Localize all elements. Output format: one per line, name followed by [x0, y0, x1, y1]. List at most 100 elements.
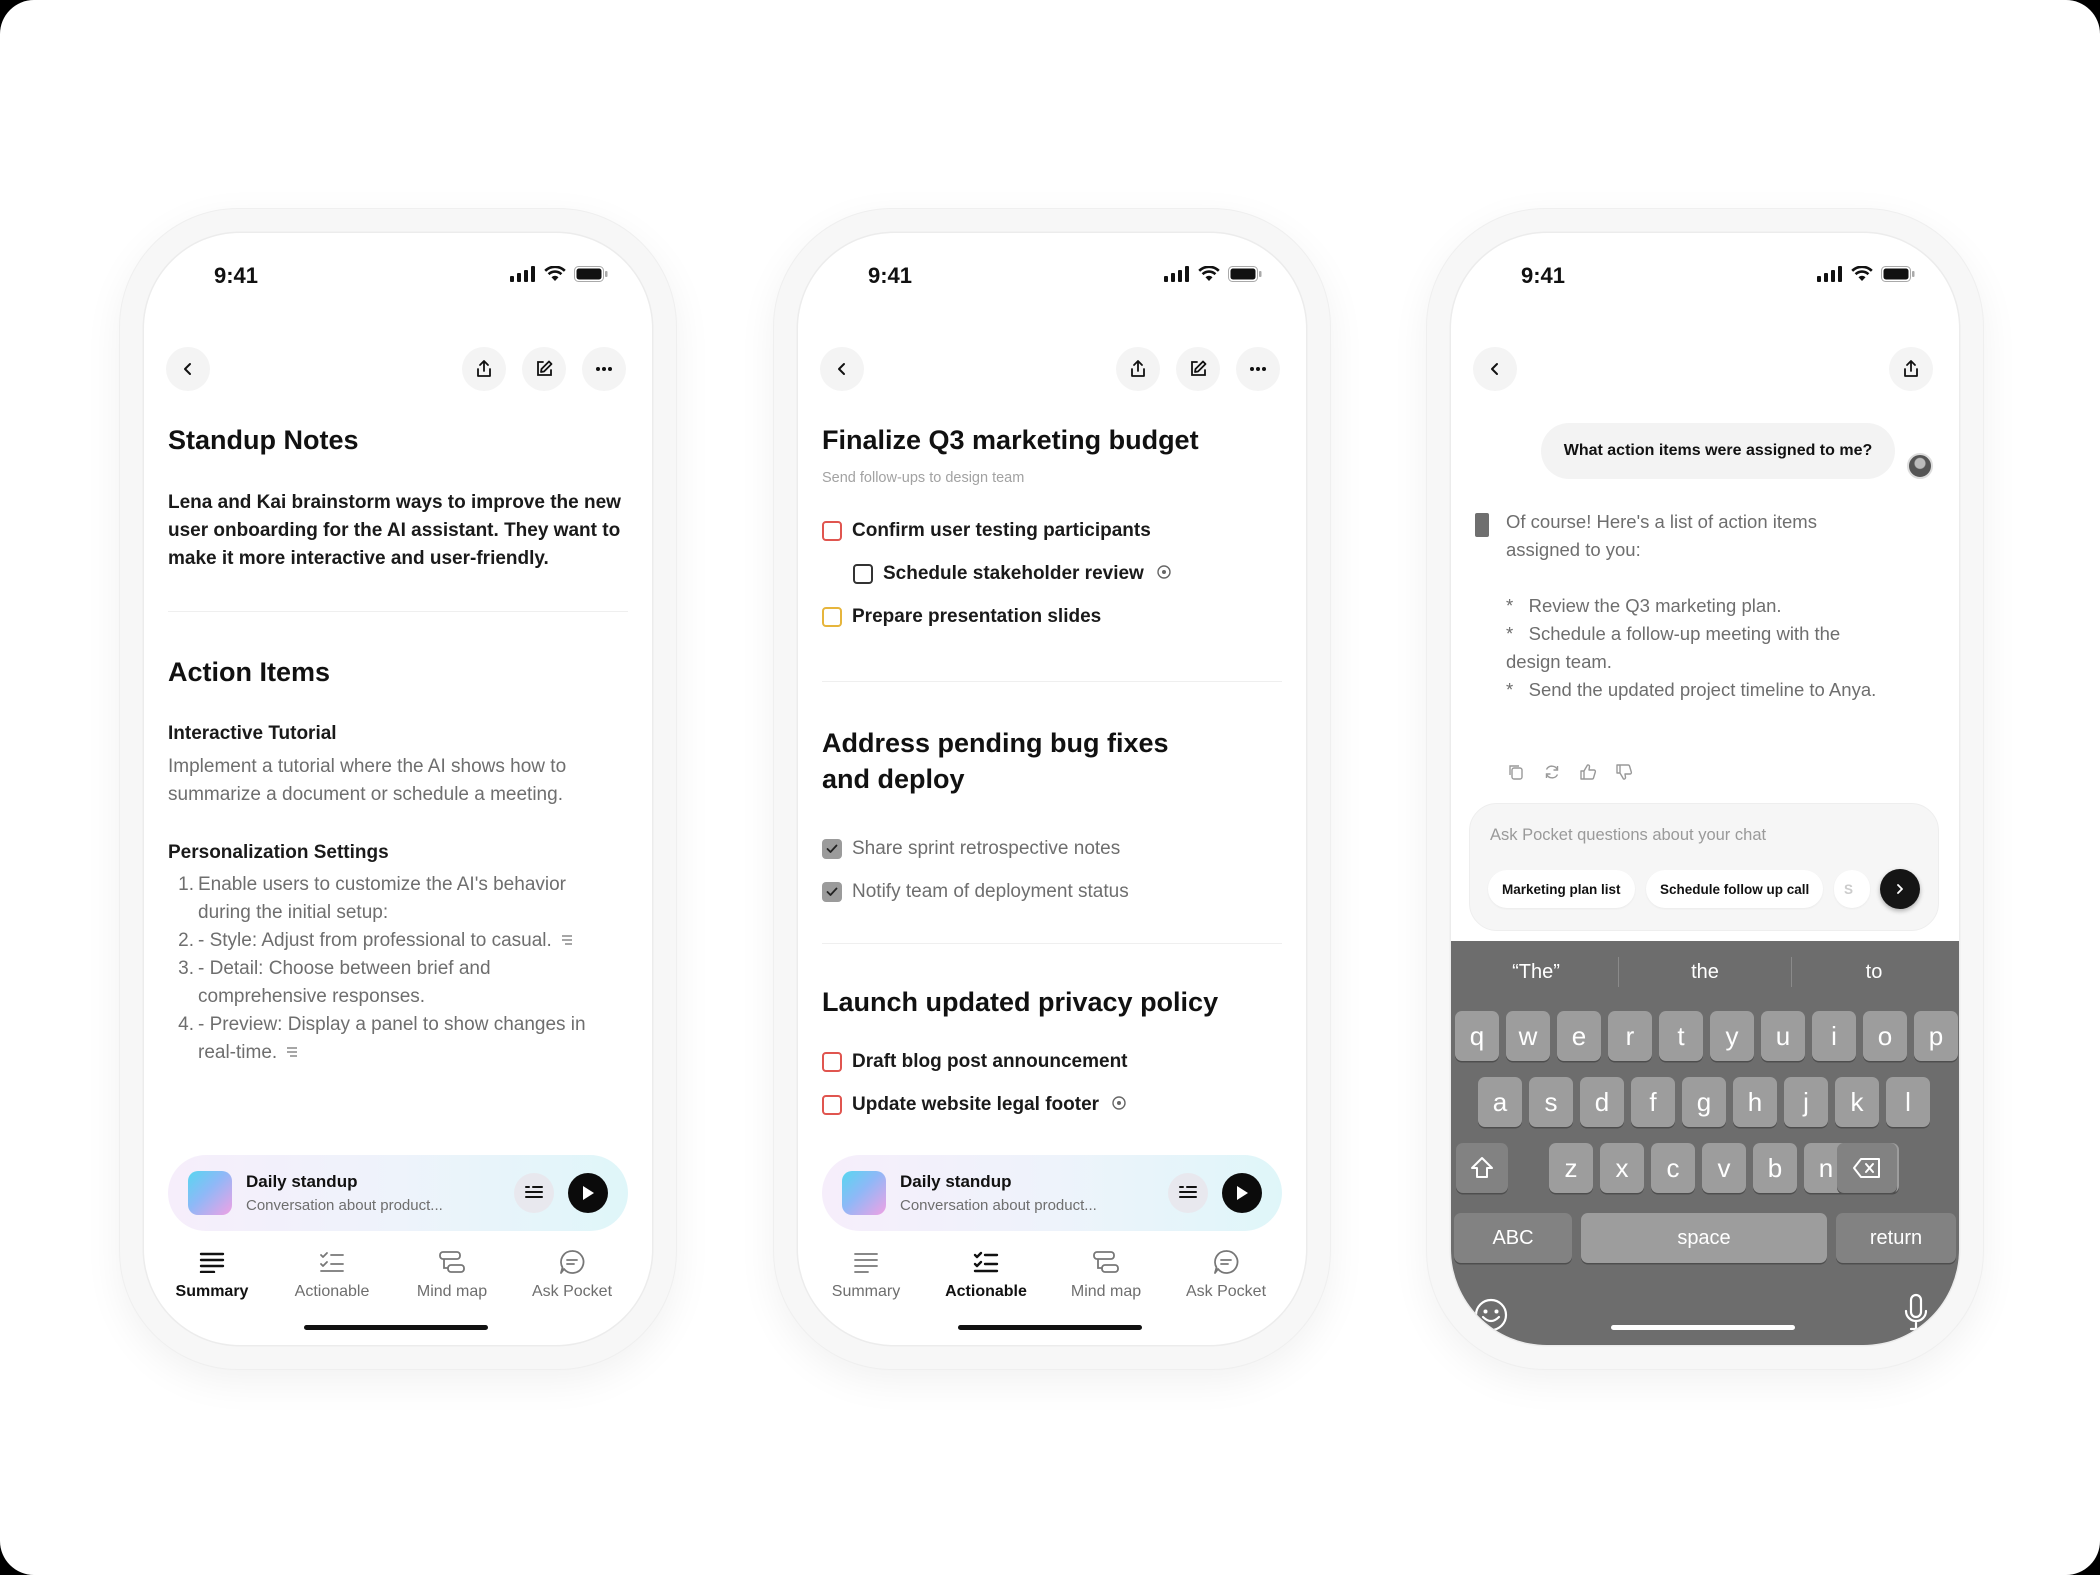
home-indicator — [1611, 1325, 1795, 1330]
tab-mind-map[interactable]: Mind map — [1046, 1245, 1166, 1301]
key-c[interactable]: c — [1651, 1143, 1695, 1193]
key-r[interactable]: r — [1608, 1011, 1652, 1061]
suggestion-chip[interactable]: Schedule follow up call — [1646, 870, 1824, 908]
action-items-heading: Action Items — [168, 657, 331, 687]
key-b[interactable]: b — [1753, 1143, 1797, 1193]
play-icon — [1237, 1186, 1248, 1200]
key-u[interactable]: u — [1761, 1011, 1805, 1061]
autocomplete-suggestion[interactable]: the — [1620, 961, 1790, 984]
summary-icon — [199, 1252, 225, 1273]
tab-actionable[interactable]: Actionable — [926, 1245, 1046, 1301]
checkbox[interactable] — [822, 521, 842, 541]
key-s[interactable]: s — [1529, 1077, 1573, 1127]
return-key[interactable]: return — [1836, 1213, 1956, 1263]
key-w[interactable]: w — [1506, 1011, 1550, 1061]
autocomplete-suggestion[interactable]: “The” — [1451, 961, 1621, 984]
key-g[interactable]: g — [1682, 1077, 1726, 1127]
key-i[interactable]: i — [1812, 1011, 1856, 1061]
key-k[interactable]: k — [1835, 1077, 1879, 1127]
back-button[interactable] — [166, 347, 210, 391]
key-e[interactable]: e — [1557, 1011, 1601, 1061]
transcript-icon[interactable] — [560, 927, 574, 955]
space-key[interactable]: space — [1581, 1213, 1827, 1263]
key-q[interactable]: q — [1455, 1011, 1499, 1061]
tab-ask-pocket[interactable]: Ask Pocket — [512, 1245, 632, 1301]
audio-player[interactable]: Daily standup Conversation about product… — [168, 1155, 628, 1231]
key-l[interactable]: l — [1886, 1077, 1930, 1127]
divider — [1618, 957, 1619, 987]
task-row[interactable]: Draft blog post announcement — [822, 1048, 1128, 1076]
play-button[interactable] — [1222, 1173, 1262, 1213]
suggestion-chip[interactable]: S — [1834, 870, 1870, 908]
key-t[interactable]: t — [1659, 1011, 1703, 1061]
more-button[interactable] — [1236, 347, 1280, 391]
task-row[interactable]: Update website legal footer — [822, 1091, 1127, 1119]
checkbox[interactable] — [822, 1052, 842, 1072]
share-button[interactable] — [462, 347, 506, 391]
quote-list-icon — [1179, 1186, 1197, 1198]
tab-ask-pocket[interactable]: Ask Pocket — [1166, 1245, 1286, 1301]
tab-mind-map[interactable]: Mind map — [392, 1245, 512, 1301]
tab-summary[interactable]: Summary — [806, 1245, 926, 1301]
chat-input-panel[interactable]: Ask Pocket questions about your chat Mar… — [1469, 803, 1939, 931]
suggestion-chip[interactable]: Marketing plan list — [1488, 870, 1635, 908]
key-o[interactable]: o — [1863, 1011, 1907, 1061]
key-x[interactable]: x — [1600, 1143, 1644, 1193]
microphone-icon[interactable] — [1903, 1293, 1929, 1333]
key-v[interactable]: v — [1702, 1143, 1746, 1193]
player-subtitle: Conversation about product... — [900, 1197, 1097, 1214]
thumbs-up-icon[interactable] — [1579, 763, 1597, 781]
transcript-icon[interactable] — [285, 1039, 299, 1067]
play-button[interactable] — [568, 1173, 608, 1213]
task-row[interactable]: Notify team of deployment status — [822, 878, 1129, 906]
key-h[interactable]: h — [1733, 1077, 1777, 1127]
key-a[interactable]: a — [1478, 1077, 1522, 1127]
autocomplete-suggestion[interactable]: to — [1789, 961, 1959, 984]
thumbs-down-icon[interactable] — [1615, 763, 1633, 781]
shift-key[interactable] — [1456, 1143, 1508, 1193]
checkbox[interactable] — [822, 1095, 842, 1115]
share-button[interactable] — [1116, 347, 1160, 391]
send-button[interactable] — [1880, 869, 1920, 909]
key-d[interactable]: d — [1580, 1077, 1624, 1127]
tab-actionable[interactable]: Actionable — [272, 1245, 392, 1301]
emoji-icon[interactable] — [1473, 1297, 1509, 1333]
tab-label: Actionable — [945, 1283, 1027, 1300]
transcript-button[interactable] — [1168, 1173, 1208, 1213]
ai-bullet-cont: design team. — [1506, 651, 1612, 672]
audio-player[interactable]: Daily standup Conversation about product… — [822, 1155, 1282, 1231]
timestamp-icon[interactable] — [1111, 1095, 1127, 1116]
ai-bullet: * Send the updated project timeline to A… — [1506, 679, 1877, 700]
checkbox[interactable] — [853, 564, 873, 584]
back-button[interactable] — [820, 347, 864, 391]
share-button[interactable] — [1889, 347, 1933, 391]
checkbox-checked[interactable] — [822, 882, 842, 902]
task-row[interactable]: Schedule stakeholder review — [853, 560, 1172, 588]
key-j[interactable]: j — [1784, 1077, 1828, 1127]
more-button[interactable] — [582, 347, 626, 391]
signal-icon — [1164, 266, 1189, 282]
key-p[interactable]: p — [1914, 1011, 1958, 1061]
key-f[interactable]: f — [1631, 1077, 1675, 1127]
task-row[interactable]: Share sprint retrospective notes — [822, 835, 1120, 863]
abc-key[interactable]: ABC — [1454, 1213, 1572, 1263]
checkbox[interactable] — [822, 607, 842, 627]
copy-icon[interactable] — [1507, 763, 1525, 781]
timestamp-icon[interactable] — [1156, 564, 1172, 585]
list-line: comprehensive responses. — [198, 986, 426, 1007]
key-y[interactable]: y — [1710, 1011, 1754, 1061]
chat-input-placeholder[interactable]: Ask Pocket questions about your chat — [1490, 826, 1766, 845]
tab-summary[interactable]: Summary — [152, 1245, 272, 1301]
back-button[interactable] — [1473, 347, 1517, 391]
task-row[interactable]: Confirm user testing participants — [822, 517, 1151, 545]
regenerate-icon[interactable] — [1543, 763, 1561, 781]
key-z[interactable]: z — [1549, 1143, 1593, 1193]
transcript-button[interactable] — [514, 1173, 554, 1213]
list-line: - Style: Adjust from professional to cas… — [198, 930, 552, 952]
task-row[interactable]: Prepare presentation slides — [822, 603, 1101, 631]
ai-indicator — [1475, 513, 1489, 537]
edit-button[interactable] — [1176, 347, 1220, 391]
backspace-key[interactable] — [1837, 1143, 1897, 1193]
edit-button[interactable] — [522, 347, 566, 391]
checkbox-checked[interactable] — [822, 839, 842, 859]
